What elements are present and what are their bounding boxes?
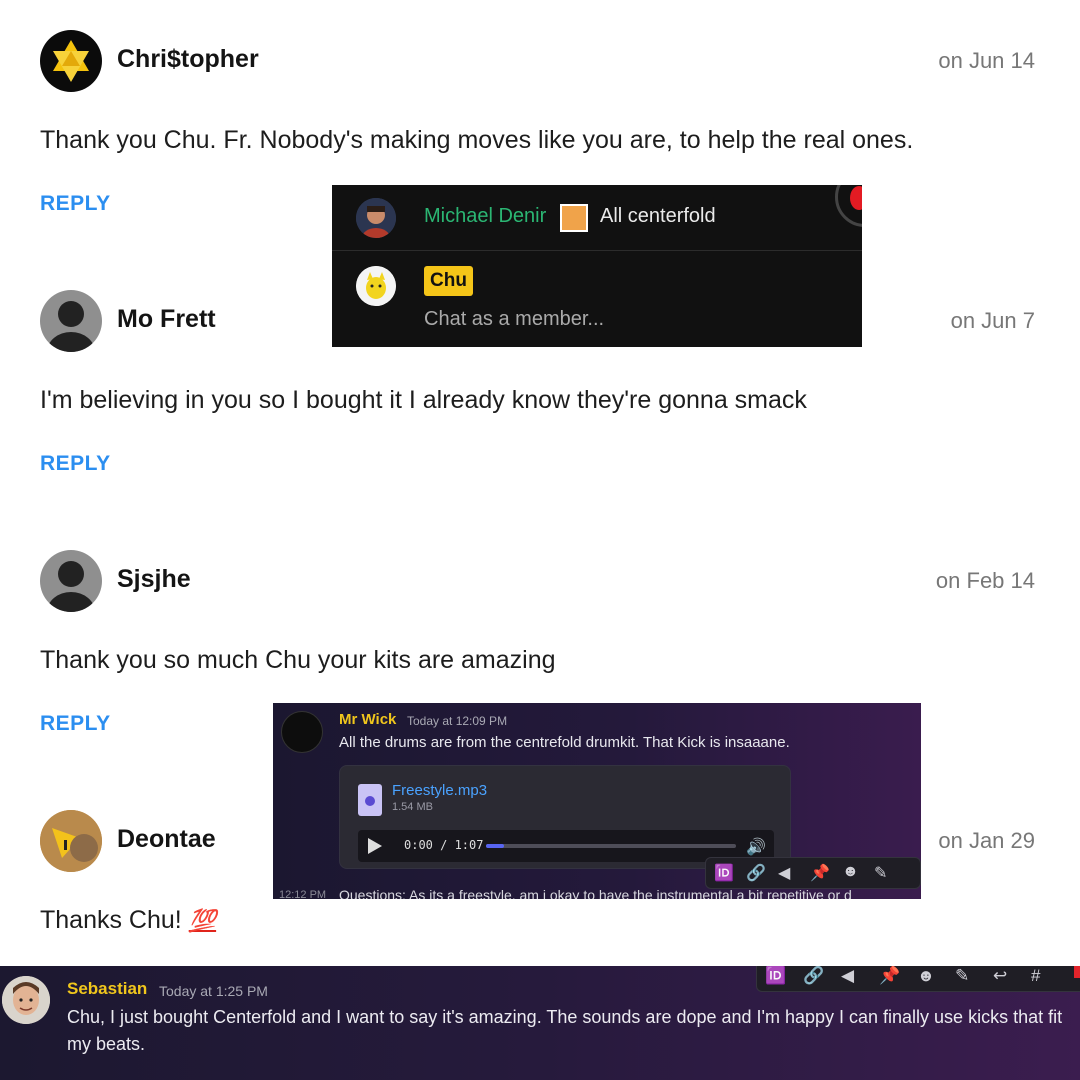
reply-button[interactable]: REPLY xyxy=(40,192,111,216)
comment-author[interactable]: Sjsjhe xyxy=(117,565,191,594)
avatar xyxy=(281,711,323,753)
file-name-link[interactable]: Freestyle.mp3 xyxy=(392,782,487,799)
thread-icon[interactable]: # xyxy=(1031,966,1040,986)
discord-audio-screenshot: Mr Wick Today at 12:09 PM All the drums … xyxy=(273,703,921,899)
link-icon[interactable]: 🔗 xyxy=(803,966,824,986)
message-author: Mr Wick xyxy=(339,711,397,728)
comment-date: on Feb 14 xyxy=(935,568,1035,593)
avatar[interactable] xyxy=(40,810,102,872)
reply-icon[interactable]: ↩ xyxy=(993,966,1007,986)
file-size: 1.54 MB xyxy=(392,801,433,813)
message-toolbar: 🆔 🔗 ◀ 📌 ☻ ✎ ↩ # xyxy=(756,966,1080,992)
comment-header: Sjsjhe on Feb 14 xyxy=(40,550,1040,612)
audio-progress-fill xyxy=(486,844,504,848)
message-time: Today at 1:25 PM xyxy=(159,983,268,999)
link-icon[interactable]: 🔗 xyxy=(746,863,766,883)
message-author: Sebastian xyxy=(67,979,148,998)
comment-author[interactable]: Deontae xyxy=(117,825,216,854)
tag-icon[interactable]: ◀ xyxy=(778,863,790,883)
message-text: Questions: As its a freestyle, am i okay… xyxy=(339,887,852,899)
id-icon[interactable]: 🆔 xyxy=(714,863,734,883)
discord-message-screenshot: Sebastian Today at 1:25 PM Chu, I just b… xyxy=(0,966,1080,1080)
accent-marker xyxy=(1074,966,1080,978)
add-reaction-icon[interactable]: ☻ xyxy=(842,863,859,881)
hexagram-star-icon xyxy=(53,40,89,82)
pin-icon[interactable]: 📌 xyxy=(810,863,830,883)
live-chat-screenshot: Michael Denir All centerfold Chu Chat as… xyxy=(332,185,862,347)
chat-input[interactable]: Chat as a member... xyxy=(424,308,604,331)
edit-icon[interactable]: ✎ xyxy=(955,966,969,986)
member-badge: Chu xyxy=(424,266,473,296)
chat-author: Michael Denir xyxy=(424,205,547,227)
volume-icon[interactable]: 🔊 xyxy=(746,837,766,857)
heart-icon[interactable] xyxy=(835,185,862,227)
message-text: Chu, I just bought Centerfold and I want… xyxy=(67,1007,1063,1054)
person-silhouette-icon xyxy=(47,301,95,352)
tag-icon[interactable]: ◀ xyxy=(841,966,854,986)
cartoon-face-icon xyxy=(2,976,50,1024)
reply-button[interactable]: REPLY xyxy=(40,712,111,736)
comment-date: on Jan 29 xyxy=(938,828,1035,853)
avatar[interactable] xyxy=(40,550,102,612)
comment-header: Chri$topher on Jun 14 xyxy=(40,30,1040,92)
edit-icon[interactable]: ✎ xyxy=(874,863,887,883)
message-text: All the drums are from the centrefold dr… xyxy=(339,734,790,751)
avatar xyxy=(2,976,50,1024)
comment-text: Thanks Chu! 💯 xyxy=(40,906,216,935)
comment-text: Thank you so much Chu your kits are amaz… xyxy=(40,646,556,674)
avatar[interactable] xyxy=(40,290,102,352)
chat-input-row: Chu Chat as a member... xyxy=(332,252,862,347)
comment-text: I'm believing in you so I bought it I al… xyxy=(40,386,807,414)
chat-message-row: Michael Denir All centerfold xyxy=(332,185,862,251)
message-time: 12:12 PM xyxy=(279,889,327,899)
person-photo-icon xyxy=(356,198,396,238)
chat-avatar xyxy=(356,266,396,306)
avatar[interactable] xyxy=(40,30,102,92)
cat-icon xyxy=(356,266,396,306)
comment-author[interactable]: Mo Frett xyxy=(117,305,216,334)
play-icon[interactable] xyxy=(368,838,382,854)
pin-icon[interactable]: 📌 xyxy=(879,966,900,986)
add-reaction-icon[interactable]: ☻ xyxy=(917,966,935,986)
comment-text: Thank you Chu. Fr. Nobody's making moves… xyxy=(40,126,914,154)
id-icon[interactable]: 🆔 xyxy=(765,966,786,986)
comment-author[interactable]: Chri$topher xyxy=(117,45,259,74)
hundred-points-emoji: 💯 xyxy=(188,908,217,933)
audio-progress-track[interactable] xyxy=(486,844,736,848)
message-time: Today at 12:09 PM xyxy=(407,714,508,728)
message-toolbar: 🆔 🔗 ◀ 📌 ☻ ✎ xyxy=(705,857,921,889)
fox-emoji-icon xyxy=(560,204,588,232)
chat-avatar xyxy=(356,198,396,238)
chat-message: All centerfold xyxy=(600,205,716,227)
player-time: 0:00 / 1:07 xyxy=(404,838,484,852)
photo-avatar-icon xyxy=(40,810,102,872)
comment-date: on Jun 14 xyxy=(938,48,1035,73)
reply-button[interactable]: REPLY xyxy=(40,452,111,476)
comment-date: on Jun 7 xyxy=(950,308,1035,333)
comment-text-content: Thanks Chu! xyxy=(40,906,182,934)
audio-file-icon xyxy=(358,784,382,816)
audio-attachment: Freestyle.mp3 1.54 MB 0:00 / 1:07 🔊 xyxy=(339,765,791,869)
person-silhouette-icon xyxy=(47,561,95,612)
